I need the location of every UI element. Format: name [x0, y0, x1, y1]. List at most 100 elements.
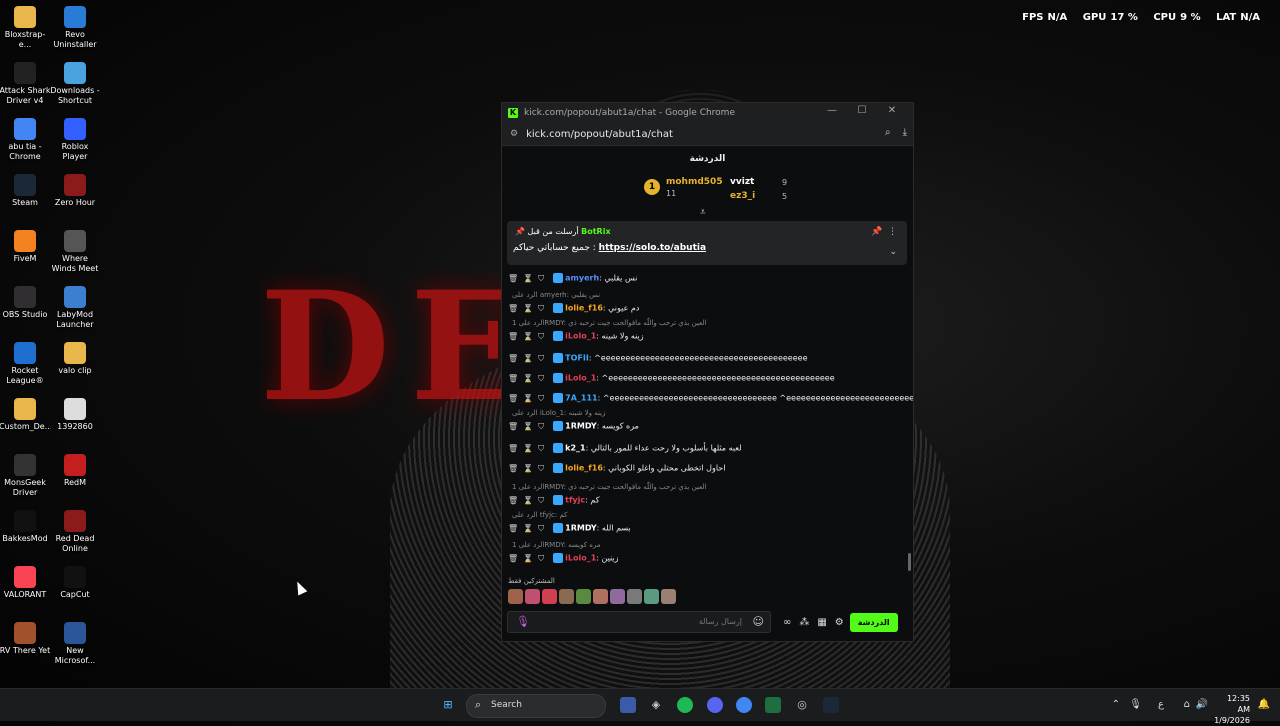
reply-context[interactable]: الرد على amyerh: نس يقلبي — [512, 291, 600, 299]
moderation-icons[interactable]: 🗑⌛⛉ — [508, 524, 549, 533]
url-text[interactable]: kick.com/popout/abut1a/chat — [526, 129, 673, 140]
spotify-icon[interactable] — [677, 697, 693, 713]
steam-icon[interactable] — [823, 697, 839, 713]
leader-name[interactable]: mohmd505 — [666, 177, 723, 187]
chat-message[interactable]: 🗑⌛⛉ lolie_f16: دم عيوني — [508, 303, 900, 314]
moderation-icons[interactable]: 🗑⌛⛉ — [508, 554, 549, 563]
collapse-arrow-icon[interactable]: ⩡ — [700, 207, 706, 218]
desktop-shortcut[interactable]: RedM — [49, 454, 101, 488]
desktop-shortcut[interactable]: FiveM — [0, 230, 51, 264]
desktop-shortcut[interactable]: Where Winds Meet — [49, 230, 101, 274]
unpin-icon[interactable]: 📌 ⋮ — [871, 227, 897, 237]
app-icon[interactable]: ◈ — [648, 697, 664, 713]
chat-message[interactable]: 🗑⌛⛉ 7A_111: ^eeeeeeeeeeeeeeeeeeeeeeeeeeee… — [508, 393, 913, 404]
window-titlebar[interactable]: K kick.com/popout/abut1a/chat - Google C… — [502, 103, 913, 123]
emote[interactable] — [627, 589, 642, 604]
chat-username[interactable]: tfyjc — [565, 496, 585, 505]
pinned-author[interactable]: BotRix — [581, 227, 610, 236]
kicks-icon[interactable]: ⁂ — [799, 617, 809, 628]
maximize-button[interactable]: ☐ — [847, 105, 877, 116]
chat-scrollbar[interactable] — [908, 553, 911, 571]
desktop-shortcut[interactable]: Rocket League® — [0, 342, 51, 386]
taskbar-search[interactable]: ⌕ Search — [466, 694, 606, 718]
app-icon[interactable] — [620, 697, 636, 713]
chat-message[interactable]: 🗑⌛⛉ lolie_f16: احاول اتخطى محتلي واغلو ال… — [508, 463, 900, 474]
moderation-icons[interactable]: 🗑⌛⛉ — [508, 444, 549, 453]
discord-icon[interactable] — [707, 697, 723, 713]
emote[interactable] — [610, 589, 625, 604]
chat-message[interactable]: 🗑⌛⛉ iLolo_1: زينين — [508, 553, 900, 564]
desktop-shortcut[interactable]: Attack Shark Driver v4 — [0, 62, 51, 106]
chat-username[interactable]: amyerh — [565, 274, 599, 283]
reply-context[interactable]: الرد على 1RMDY: مره كويسه — [512, 541, 601, 549]
moderation-icons[interactable]: 🗑⌛⛉ — [508, 354, 549, 363]
moderation-icons[interactable]: 🗑⌛⛉ — [508, 374, 549, 383]
desktop-shortcut[interactable]: MonsGeek Driver — [0, 454, 51, 498]
emote[interactable] — [593, 589, 608, 604]
site-info-icon[interactable]: ⚙ — [510, 129, 518, 139]
microphone-icon[interactable]: 🎙 — [1129, 699, 1142, 710]
clock[interactable]: 12:35 AM 1/9/2026 — [1214, 693, 1250, 726]
chat-username[interactable]: 1RMDY — [565, 422, 597, 431]
notification-icon[interactable]: 🔔 — [1258, 699, 1270, 710]
chat-message[interactable]: 🗑⌛⛉ k2_1: لعبه مثلها بأسلوب ولا رحت عداء … — [508, 443, 900, 454]
emote[interactable] — [508, 589, 523, 604]
volume-icon[interactable]: 🔊 — [1196, 699, 1208, 710]
minimize-button[interactable]: — — [817, 105, 847, 116]
desktop-shortcut[interactable]: Steam — [0, 174, 51, 208]
chat-username[interactable]: lolie_f16 — [565, 304, 603, 313]
chat-message[interactable]: 🗑⌛⛉ amyerh: نس يقلبي — [508, 273, 900, 284]
excel-icon[interactable] — [765, 697, 781, 713]
app-icon[interactable]: ◎ — [794, 697, 810, 713]
moderation-icons[interactable]: 🗑⌛⛉ — [508, 464, 549, 473]
chat-username[interactable]: TOFII — [565, 354, 589, 363]
moderation-icons[interactable]: 🗑⌛⛉ — [508, 394, 549, 403]
reply-context[interactable]: الرد على iLolo_1: زينه ولا شينه — [512, 409, 605, 417]
desktop-shortcut[interactable]: OBS Studio — [0, 286, 51, 320]
desktop-shortcut[interactable]: Bloxstrap-e... — [0, 6, 51, 50]
chrome-icon[interactable] — [736, 697, 752, 713]
settings-gear-icon[interactable]: ⚙ — [835, 617, 844, 628]
chat-message[interactable]: 🗑⌛⛉ 1RMDY: بسم الله — [508, 523, 900, 534]
desktop-shortcut[interactable]: LabyMod Launcher — [49, 286, 101, 330]
infinity-icon[interactable]: ∞ — [783, 617, 791, 628]
desktop-shortcut[interactable]: New Microsof... — [49, 622, 101, 666]
moderation-icons[interactable]: 🗑⌛⛉ — [508, 304, 549, 313]
desktop-shortcut[interactable]: Revo Uninstaller — [49, 6, 101, 50]
desktop-shortcut[interactable]: RV There Yet — [0, 622, 51, 656]
desktop-shortcut[interactable]: Red Dead Online — [49, 510, 101, 554]
chat-input[interactable]: 🎙 إرسال رسالة ☺ — [507, 611, 771, 633]
chat-username[interactable]: 7A_111 — [565, 394, 597, 403]
desktop-shortcut[interactable]: Roblox Player — [49, 118, 101, 162]
chat-username[interactable]: iLolo_1 — [565, 332, 596, 341]
reply-context[interactable]: الرد على 1RMDY: العين بذي ترحب واللّه ما… — [512, 483, 707, 491]
chat-username[interactable]: 1RMDY — [565, 524, 597, 533]
reply-context[interactable]: الرد على tfyjc: كم — [512, 511, 567, 519]
moderation-icons[interactable]: 🗑⌛⛉ — [508, 274, 549, 283]
chevron-up-icon[interactable]: ⌃ — [1112, 699, 1120, 710]
start-button-icon[interactable]: ⊞ — [440, 697, 456, 713]
desktop-shortcut[interactable]: Downloads - Shortcut — [49, 62, 101, 106]
download-icon[interactable]: ⤓ — [903, 127, 907, 138]
desktop-shortcut[interactable]: CapCut — [49, 566, 101, 600]
desktop-shortcut[interactable]: VALORANT — [0, 566, 51, 600]
chat-username[interactable]: iLolo_1 — [565, 374, 596, 383]
emote[interactable] — [661, 589, 676, 604]
address-bar[interactable]: ⚙ kick.com/popout/abut1a/chat ⌕ ⤓ — [502, 123, 913, 146]
reply-context[interactable]: الرد على 1RMDY: العين بذي ترحب واللّه ما… — [512, 319, 707, 327]
moderation-icons[interactable]: 🗑⌛⛉ — [508, 332, 549, 341]
emote[interactable] — [644, 589, 659, 604]
store-icon[interactable]: ▦ — [817, 617, 826, 628]
network-icon[interactable]: ⌂ — [1184, 699, 1190, 710]
desktop-shortcut[interactable]: Zero Hour — [49, 174, 101, 208]
zoom-icon[interactable]: ⌕ — [885, 127, 891, 138]
chat-username[interactable]: k2_1 — [565, 444, 585, 453]
chat-message[interactable]: 🗑⌛⛉ 1RMDY: مره كويسه — [508, 421, 900, 432]
moderation-icons[interactable]: 🗑⌛⛉ — [508, 496, 549, 505]
desktop-shortcut[interactable]: abu tia - Chrome — [0, 118, 51, 162]
emote[interactable] — [576, 589, 591, 604]
desktop-shortcut[interactable]: BakkesMod — [0, 510, 51, 544]
chat-message[interactable]: 🗑⌛⛉ TOFII: ^eeeeeeeeeeeeeeeeeeeeeeeeeeeee… — [508, 353, 900, 364]
chat-username[interactable]: iLolo_1 — [565, 554, 596, 563]
leader-name[interactable]: ez3_i — [730, 191, 755, 201]
